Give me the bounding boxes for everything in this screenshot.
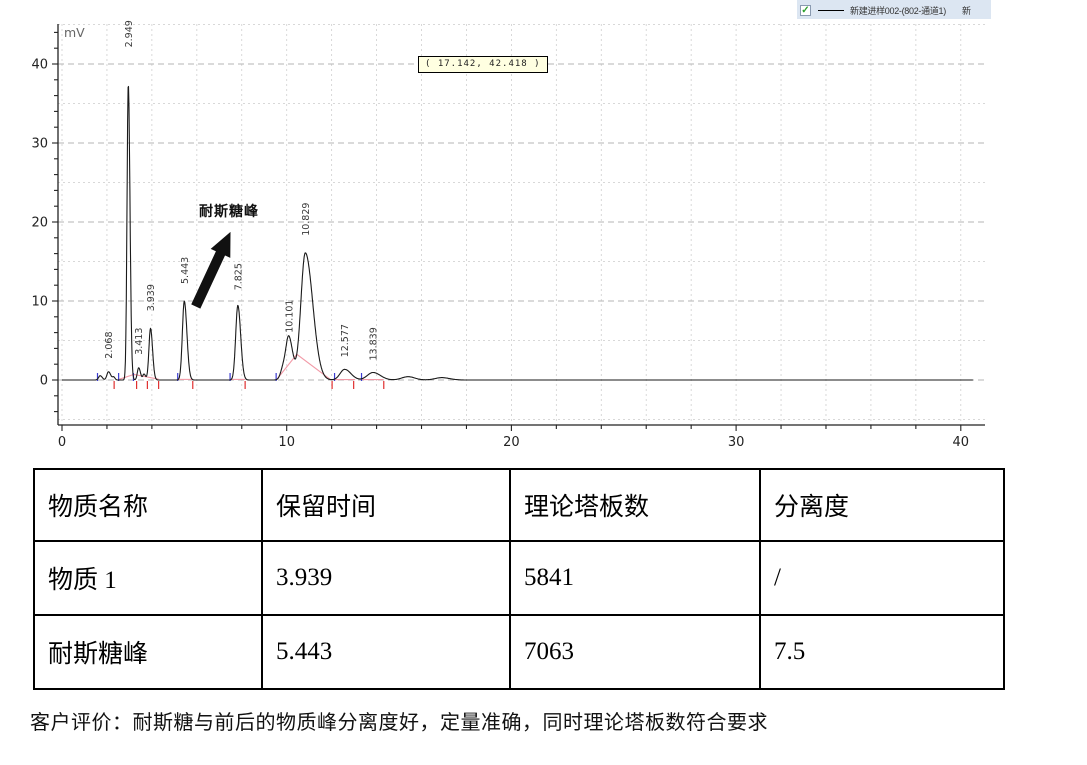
x-tick-label: 0 xyxy=(58,435,66,450)
column-header: 分离度 xyxy=(760,469,1004,541)
legend-line-sample xyxy=(818,10,844,11)
table-cell: 物质 1 xyxy=(34,541,262,615)
peak-label: 3.413 xyxy=(134,328,145,355)
peak-label: 3.939 xyxy=(146,284,157,311)
table-cell: 5841 xyxy=(510,541,760,615)
table-cell: 3.939 xyxy=(262,541,510,615)
table-cell: 7.5 xyxy=(760,615,1004,689)
y-tick-label: 40 xyxy=(31,58,48,73)
customer-evaluation-caption: 客户评价：耐斯糖与前后的物质峰分离度好，定量准确，同时理论塔板数符合要求 xyxy=(30,706,1070,735)
y-axis-unit-label: mV xyxy=(64,25,85,40)
legend-strip: ✓ 新建进样002-(802-通道1) 新 xyxy=(797,0,991,19)
peak-label: 10.101 xyxy=(285,300,296,333)
table-cell: 5.443 xyxy=(262,615,510,689)
peak-label: 10.829 xyxy=(301,203,312,236)
annotation-arrow xyxy=(192,233,230,308)
x-tick-label: 30 xyxy=(728,435,745,450)
y-tick-label: 20 xyxy=(31,216,48,231)
table-cell: 7063 xyxy=(510,615,760,689)
page: 0 10 20 30 40 0 10 20 30 40 mV 2.068 2.949 3.413 3.939… xyxy=(0,0,1087,765)
checkmark-icon: ✓ xyxy=(801,6,809,15)
results-table: 物质名称保留时间理论塔板数分离度物质 13.9395841/耐斯糖峰5.4437… xyxy=(33,468,1005,690)
cursor-coordinates-tooltip: ( 17.142, 42.418 ) xyxy=(418,56,548,73)
peak-label: 2.949 xyxy=(124,20,135,47)
table-row: 物质 13.9395841/ xyxy=(34,541,1004,615)
peak-label: 7.825 xyxy=(233,263,244,290)
y-tick-label: 0 xyxy=(40,374,48,389)
legend-entry-label: 新建进样002-(802-通道1) xyxy=(850,4,946,17)
table-cell: / xyxy=(760,541,1004,615)
x-tick-label: 20 xyxy=(503,435,520,450)
table-cell: 耐斯糖峰 xyxy=(34,615,262,689)
column-header: 理论塔板数 xyxy=(510,469,760,541)
column-header: 保留时间 xyxy=(262,469,510,541)
annotation-text: 耐斯糖峰 xyxy=(199,203,259,220)
y-tick-label: 30 xyxy=(31,137,48,152)
x-tick-label: 40 xyxy=(953,435,970,450)
peak-label: 12.577 xyxy=(340,324,351,357)
peak-label: 13.839 xyxy=(369,327,380,360)
x-tick-label: 10 xyxy=(278,435,295,450)
legend-checkbox[interactable]: ✓ xyxy=(800,5,811,16)
peak-label: 2.068 xyxy=(104,331,115,358)
column-header: 物质名称 xyxy=(34,469,262,541)
table-header-row: 物质名称保留时间理论塔板数分离度 xyxy=(34,469,1004,541)
peak-label: 5.443 xyxy=(180,257,191,284)
legend-next-entry-partial: 新 xyxy=(962,4,971,17)
chromatogram-trace xyxy=(62,87,973,381)
y-tick-label: 10 xyxy=(31,295,48,310)
table-row: 耐斯糖峰5.44370637.5 xyxy=(34,615,1004,689)
